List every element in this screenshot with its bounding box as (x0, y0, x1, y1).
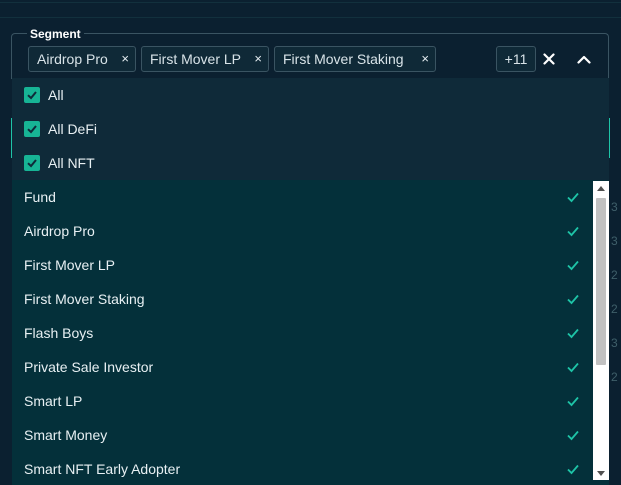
clear-selection-button[interactable] (540, 46, 558, 72)
background-divider (0, 2, 621, 3)
list-item[interactable]: First Mover Staking (12, 282, 593, 316)
group-option-all[interactable]: All (12, 78, 609, 112)
group-options-panel: All All DeFi All NFT (12, 78, 609, 181)
check-icon (567, 464, 579, 475)
segment-chip: Airdrop Pro × (28, 46, 136, 72)
group-option-label: All (48, 87, 64, 103)
background-digit: 3 (611, 200, 618, 214)
background-digit: 3 (611, 336, 618, 350)
check-icon (567, 294, 579, 305)
collapse-dropdown-button[interactable] (574, 46, 594, 72)
list-item[interactable]: First Mover LP (12, 248, 593, 282)
list-scrollbar[interactable] (593, 181, 609, 480)
list-item[interactable]: Smart LP (12, 384, 593, 418)
list-item-label: First Mover LP (24, 257, 116, 273)
background-accent-bar (609, 118, 610, 158)
list-item-label: Flash Boys (24, 325, 94, 341)
scroll-down-arrow-icon[interactable] (593, 466, 609, 480)
scroll-up-arrow-icon[interactable] (593, 181, 609, 195)
group-option-all-nft[interactable]: All NFT (12, 146, 609, 180)
checkbox-checked-icon[interactable] (24, 121, 40, 137)
close-icon (543, 53, 555, 65)
segment-dropdown-screen: 3 3 2 2 3 2 Segment Airdrop Pro × First … (0, 0, 621, 485)
segment-chip: First Mover Staking × (274, 46, 436, 72)
list-item[interactable]: Smart NFT Early Adopter (12, 452, 593, 485)
chip-label: Airdrop Pro (37, 51, 108, 67)
scrollbar-thumb[interactable] (596, 198, 606, 365)
list-item[interactable]: Airdrop Pro (12, 214, 593, 248)
group-option-label: All DeFi (48, 121, 98, 137)
check-icon (567, 430, 579, 441)
check-icon (567, 260, 579, 271)
checkbox-checked-icon[interactable] (24, 87, 40, 103)
chip-remove-icon[interactable]: × (254, 51, 262, 66)
list-item-label: First Mover Staking (24, 291, 145, 307)
segment-chip: First Mover LP × (141, 46, 269, 72)
group-option-all-defi[interactable]: All DeFi (12, 112, 609, 146)
list-item[interactable]: Private Sale Investor (12, 350, 593, 384)
background-divider (0, 17, 621, 18)
background-digit: 2 (611, 268, 618, 282)
checkbox-checked-icon[interactable] (24, 155, 40, 171)
list-item-label: Smart Money (24, 427, 108, 443)
background-digit: 2 (611, 302, 618, 316)
chip-label: First Mover Staking (283, 51, 404, 67)
more-selected-count: +11 (496, 46, 536, 72)
list-item-label: Fund (24, 189, 56, 205)
list-item-label: Smart NFT Early Adopter (24, 461, 181, 477)
group-option-label: All NFT (48, 155, 95, 171)
chip-remove-icon[interactable]: × (421, 51, 429, 66)
check-icon (567, 396, 579, 407)
list-item-label: Airdrop Pro (24, 223, 95, 239)
check-icon (567, 328, 579, 339)
list-item[interactable]: Flash Boys (12, 316, 593, 350)
list-item-label: Smart LP (24, 393, 83, 409)
chevron-up-icon (577, 55, 591, 64)
check-icon (567, 192, 579, 203)
segment-options-list: Fund Airdrop Pro First Mover LP First Mo… (12, 180, 609, 485)
list-item[interactable]: Smart Money (12, 418, 593, 452)
chip-remove-icon[interactable]: × (121, 51, 129, 66)
list-item-label: Private Sale Investor (24, 359, 154, 375)
chip-label: First Mover LP (150, 51, 242, 67)
background-digit: 3 (611, 234, 618, 248)
list-item[interactable]: Fund (12, 180, 593, 214)
background-digit: 2 (611, 370, 618, 384)
check-icon (567, 362, 579, 373)
check-icon (567, 226, 579, 237)
segment-label: Segment (27, 27, 84, 41)
